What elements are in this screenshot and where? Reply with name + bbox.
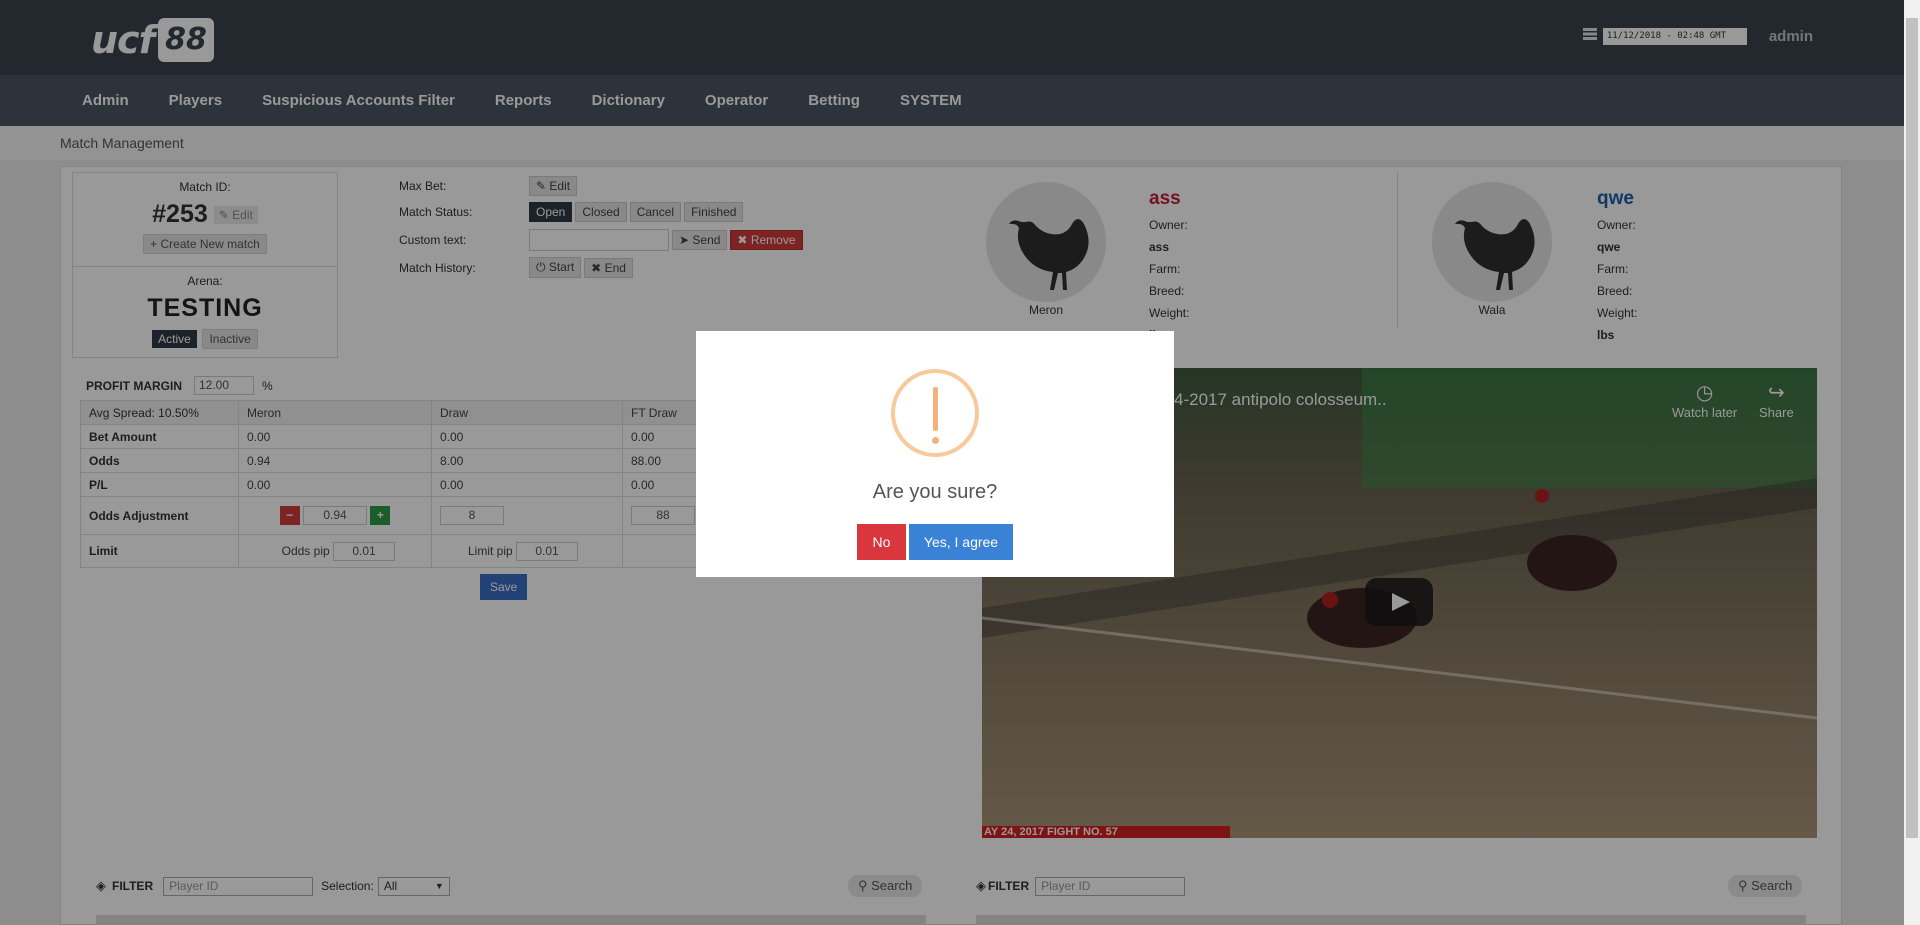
dialog-question: Are you sure? xyxy=(872,481,998,503)
warning-icon xyxy=(891,369,979,457)
page-scrollbar[interactable] xyxy=(1904,0,1920,925)
scroll-thumb[interactable] xyxy=(1906,18,1918,838)
confirm-dialog: Are you sure? No Yes, I agree xyxy=(696,331,1174,577)
no-button[interactable]: No xyxy=(857,524,906,560)
yes-agree-button[interactable]: Yes, I agree xyxy=(909,524,1013,560)
